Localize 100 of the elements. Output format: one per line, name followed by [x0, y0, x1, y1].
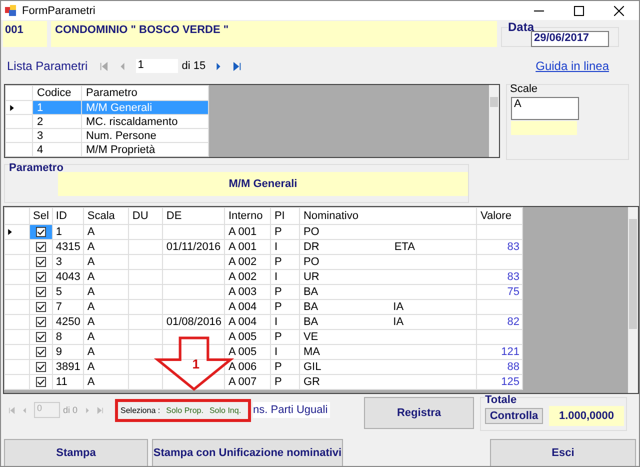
name-cell: BA — [303, 316, 318, 328]
unit-row[interactable]: 4315 A 01/11/2016 A 001 I DR ETA 83 — [4, 240, 523, 254]
table-cell: Num. Persone — [82, 128, 208, 142]
check-button[interactable]: Controlla — [485, 408, 543, 424]
name-cell: BA — [303, 286, 318, 298]
print-unified-button[interactable]: Stampa con Unificazione nominativi — [152, 439, 343, 466]
name-cell-end: IA — [393, 316, 404, 328]
unit-row[interactable]: 11 A A 007 P GR 125 — [4, 374, 523, 390]
table-cell: 3 — [56, 256, 62, 268]
value-cell: 125 — [501, 376, 520, 388]
column-header: Interno — [224, 208, 271, 224]
unit-row[interactable]: 5 A A 003 P BA 75 — [4, 284, 523, 300]
checkbox[interactable] — [36, 257, 46, 267]
table-cell: I — [274, 346, 278, 358]
date-label: Data — [508, 20, 534, 34]
table-cell: A — [87, 316, 95, 328]
table-cell: P — [274, 331, 282, 343]
parameter-row[interactable]: 4 M/M Proprietà — [6, 142, 208, 156]
name-cell: GR — [303, 376, 320, 388]
checkbox[interactable] — [36, 377, 46, 387]
maximize-icon[interactable] — [574, 6, 584, 16]
scrollbar[interactable] — [489, 85, 499, 157]
table-cell: 5 — [56, 286, 62, 298]
table-cell: P — [274, 286, 282, 298]
scale-note-field — [511, 121, 577, 135]
page-count: di 0 — [63, 405, 78, 415]
value-cell: 83 — [507, 241, 520, 253]
table-cell: P — [274, 226, 282, 238]
parameter-row[interactable]: 2 MC. riscaldamento — [6, 114, 208, 128]
table-cell: A 002 — [228, 271, 257, 283]
table-cell: 4250 — [56, 316, 80, 328]
checkbox[interactable] — [36, 272, 46, 282]
value-cell: 75 — [507, 286, 520, 298]
table-cell: A — [87, 346, 95, 358]
parameter-value: M/M Generali — [58, 172, 468, 196]
table-cell: 01/11/2016 — [166, 241, 221, 253]
date-field[interactable]: 29/06/2017 — [531, 31, 609, 47]
table-cell: A 005 — [228, 331, 257, 343]
scale-list[interactable]: A — [511, 97, 579, 120]
last-icon[interactable] — [232, 62, 242, 70]
column-header: ID — [52, 208, 84, 224]
table-cell: M/M Generali — [82, 100, 208, 114]
scrollbar[interactable] — [628, 207, 638, 393]
table-cell: A 006 — [228, 361, 257, 373]
checkbox[interactable] — [36, 317, 46, 327]
table-cell: 01/08/2016 — [166, 316, 222, 328]
table-cell: A — [87, 361, 95, 373]
select-option[interactable]: Solo Inq. — [209, 406, 242, 414]
position-field[interactable]: 1 — [136, 59, 178, 73]
page-count: di 15 — [182, 60, 206, 72]
next-icon[interactable] — [214, 62, 223, 70]
table-cell: 4 — [32, 142, 82, 156]
row-pointer-icon — [10, 104, 14, 110]
table-cell: A 001 — [228, 226, 257, 238]
table-cell: A 004 — [228, 301, 257, 313]
checkbox[interactable] — [36, 287, 46, 297]
table-cell: 4315 — [56, 241, 80, 253]
name-cell: VE — [303, 331, 318, 343]
scale-item[interactable]: A — [514, 98, 578, 110]
help-link[interactable]: Guida in linea — [536, 59, 609, 73]
table-cell: A 003 — [228, 286, 257, 298]
equal-parts-button[interactable]: ns. Parti Uguali — [253, 402, 330, 418]
name-cell-end: IA — [393, 301, 404, 313]
checkbox[interactable] — [36, 302, 46, 312]
unit-row[interactable]: 3 A A 002 P PO — [4, 254, 523, 270]
row-pointer-icon — [8, 229, 12, 235]
unit-row[interactable]: 7 A A 004 P BA IA — [4, 300, 523, 314]
unit-row[interactable]: 4043 A A 002 I UR 83 — [4, 270, 523, 284]
table-cell: P — [274, 301, 282, 313]
total-label: Totale — [485, 394, 517, 406]
checkbox[interactable] — [36, 227, 46, 237]
select-option[interactable]: Solo Prop. — [166, 406, 204, 414]
register-button[interactable]: Registra — [364, 397, 474, 429]
close-icon[interactable] — [614, 6, 624, 16]
toolbar-label: Lista Parametri — [7, 59, 88, 73]
table-cell: A 001 — [228, 241, 257, 253]
unit-row[interactable]: 8 A A 005 P VE — [4, 330, 523, 344]
unit-row[interactable]: 1 A A 001 P PO — [4, 224, 523, 240]
checkbox[interactable] — [36, 347, 46, 357]
table-cell: 8 — [56, 331, 62, 343]
parameter-label: Parametro — [9, 162, 64, 174]
checkbox[interactable] — [36, 332, 46, 342]
table-cell: MC. riscaldamento — [82, 114, 208, 128]
table-cell: P — [274, 256, 282, 268]
table-cell: A — [87, 271, 95, 283]
parameter-row[interactable]: 3 Num. Persone — [6, 128, 208, 142]
exit-button[interactable]: Esci — [490, 439, 636, 466]
table-cell: 1 — [32, 100, 82, 114]
unit-row[interactable]: 4250 A 01/08/2016 A 004 I BA IA 82 — [4, 314, 523, 330]
checkbox[interactable] — [36, 242, 46, 252]
unit-row[interactable]: 9 A A 005 I MA 121 — [4, 344, 523, 360]
name-cell: MA — [303, 346, 320, 358]
table-cell: A — [87, 331, 95, 343]
table-cell: A — [87, 256, 95, 268]
scale-label: Scale — [510, 83, 538, 95]
table-cell: 7 — [56, 301, 62, 313]
print-button[interactable]: Stampa — [4, 439, 148, 466]
name-cell: UR — [303, 271, 320, 283]
checkbox[interactable] — [36, 362, 46, 372]
name-cell-end: ETA — [394, 241, 415, 253]
